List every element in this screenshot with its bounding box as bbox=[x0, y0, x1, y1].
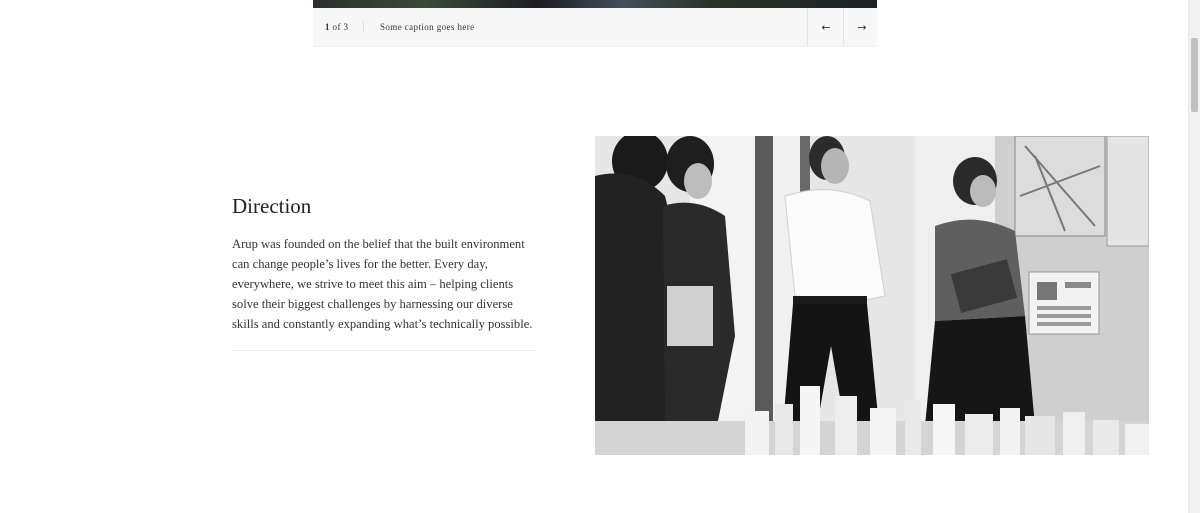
arrow-right-icon: → bbox=[857, 20, 867, 34]
page-scrollbar[interactable] bbox=[1188, 0, 1200, 513]
section-divider bbox=[232, 350, 536, 351]
section-title: Direction bbox=[232, 194, 312, 218]
scrollbar-thumb[interactable] bbox=[1191, 38, 1198, 112]
caption-divider bbox=[363, 21, 364, 33]
next-slide-button[interactable]: → bbox=[843, 8, 880, 46]
section-body: Arup was founded on the belief that the … bbox=[232, 237, 533, 331]
previous-slide-button[interactable]: ← bbox=[807, 8, 844, 46]
slide-counter: 1 of 3 bbox=[325, 8, 348, 46]
slide-caption: Some caption goes here bbox=[380, 22, 475, 32]
carousel-image bbox=[313, 0, 877, 8]
slide-counter-total: of 3 bbox=[329, 22, 349, 32]
arrow-left-icon: ← bbox=[821, 20, 831, 34]
carousel-controls: 1 of 3 Some caption goes here ← → bbox=[313, 8, 877, 47]
section-photo bbox=[595, 136, 1149, 455]
photo-illustration bbox=[595, 136, 1149, 455]
